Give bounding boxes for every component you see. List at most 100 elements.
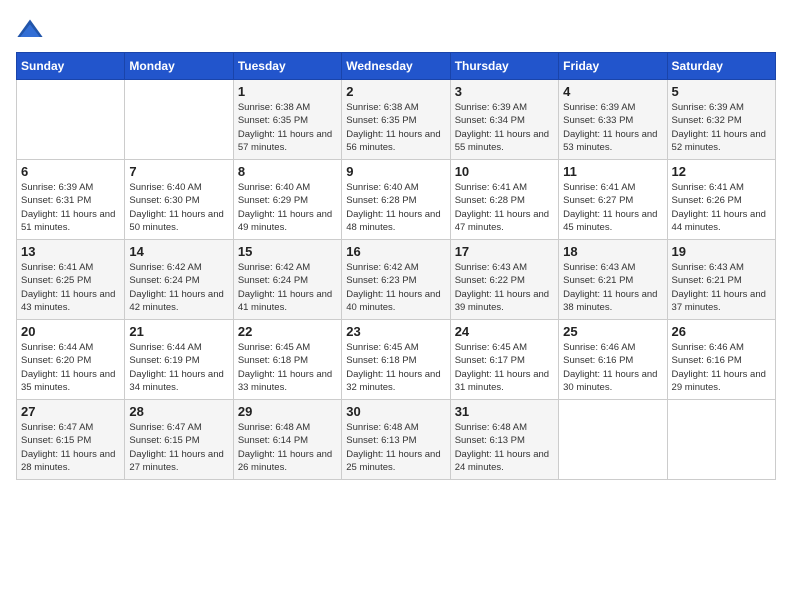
logo-icon (16, 16, 44, 44)
calendar-cell: 13Sunrise: 6:41 AM Sunset: 6:25 PM Dayli… (17, 240, 125, 320)
day-number: 15 (238, 244, 337, 259)
day-number: 3 (455, 84, 554, 99)
calendar-cell: 8 Sunrise: 6:40 AM Sunset: 6:29 PM Daylig… (233, 160, 341, 240)
day-info: Sunrise: 6:45 AM Sunset: 6:18 PM Dayligh… (238, 341, 337, 394)
calendar-week-row: 1 Sunrise: 6:38 AM Sunset: 6:35 PM Daylig… (17, 80, 776, 160)
page-header (16, 16, 776, 44)
day-info: Sunrise: 6:42 AM Sunset: 6:24 PM Dayligh… (238, 261, 337, 314)
calendar-week-row: 27 Sunrise: 6:47 AM Sunset: 6:15 PM Dayli… (17, 400, 776, 480)
calendar-week-row: 6 Sunrise: 6:39 AM Sunset: 6:31 PM Daylig… (17, 160, 776, 240)
calendar-cell: 6 Sunrise: 6:39 AM Sunset: 6:31 PM Daylig… (17, 160, 125, 240)
day-info: Sunrise: 6:41 AM Sunset: 6:26 PM Dayligh… (672, 181, 771, 234)
calendar-cell: 4 Sunrise: 6:39 AM Sunset: 6:33 PM Daylig… (559, 80, 667, 160)
day-number: 27 (21, 404, 120, 419)
calendar-table: SundayMondayTuesdayWednesdayThursdayFrid… (16, 52, 776, 480)
day-number: 21 (129, 324, 228, 339)
day-number: 22 (238, 324, 337, 339)
calendar-cell: 28 Sunrise: 6:47 AM Sunset: 6:15 PM Dayli… (125, 400, 233, 480)
logo (16, 16, 48, 44)
weekday-header-tuesday: Tuesday (233, 53, 341, 80)
day-info: Sunrise: 6:46 AM Sunset: 6:16 PM Dayligh… (672, 341, 771, 394)
day-number: 7 (129, 164, 228, 179)
calendar-cell: 27 Sunrise: 6:47 AM Sunset: 6:15 PM Dayli… (17, 400, 125, 480)
day-info: Sunrise: 6:43 AM Sunset: 6:21 PM Dayligh… (563, 261, 662, 314)
calendar-cell: 23Sunrise: 6:45 AM Sunset: 6:18 PM Dayli… (342, 320, 450, 400)
calendar-cell: 31 Sunrise: 6:48 AM Sunset: 6:13 PM Dayli… (450, 400, 558, 480)
weekday-header-monday: Monday (125, 53, 233, 80)
calendar-cell: 25 Sunrise: 6:46 AM Sunset: 6:16 PM Dayli… (559, 320, 667, 400)
day-info: Sunrise: 6:48 AM Sunset: 6:14 PM Dayligh… (238, 421, 337, 474)
day-number: 28 (129, 404, 228, 419)
calendar-cell: 12 Sunrise: 6:41 AM Sunset: 6:26 PM Dayli… (667, 160, 775, 240)
day-info: Sunrise: 6:40 AM Sunset: 6:29 PM Dayligh… (238, 181, 337, 234)
day-number: 18 (563, 244, 662, 259)
calendar-cell (667, 400, 775, 480)
day-info: Sunrise: 6:38 AM Sunset: 6:35 PM Dayligh… (238, 101, 337, 154)
day-info: Sunrise: 6:44 AM Sunset: 6:20 PM Dayligh… (21, 341, 120, 394)
weekday-header-wednesday: Wednesday (342, 53, 450, 80)
calendar-cell (559, 400, 667, 480)
day-number: 26 (672, 324, 771, 339)
weekday-header-thursday: Thursday (450, 53, 558, 80)
day-number: 25 (563, 324, 662, 339)
day-info: Sunrise: 6:47 AM Sunset: 6:15 PM Dayligh… (129, 421, 228, 474)
day-number: 24 (455, 324, 554, 339)
day-number: 19 (672, 244, 771, 259)
day-number: 2 (346, 84, 445, 99)
day-info: Sunrise: 6:48 AM Sunset: 6:13 PM Dayligh… (455, 421, 554, 474)
calendar-cell: 15 Sunrise: 6:42 AM Sunset: 6:24 PM Dayli… (233, 240, 341, 320)
calendar-cell: 10 Sunrise: 6:41 AM Sunset: 6:28 PM Dayli… (450, 160, 558, 240)
calendar-cell: 30 Sunrise: 6:48 AM Sunset: 6:13 PM Dayli… (342, 400, 450, 480)
calendar-cell: 11 Sunrise: 6:41 AM Sunset: 6:27 PM Dayli… (559, 160, 667, 240)
calendar-week-row: 20 Sunrise: 6:44 AM Sunset: 6:20 PM Dayli… (17, 320, 776, 400)
calendar-header-row: SundayMondayTuesdayWednesdayThursdayFrid… (17, 53, 776, 80)
day-info: Sunrise: 6:40 AM Sunset: 6:28 PM Dayligh… (346, 181, 445, 234)
day-number: 31 (455, 404, 554, 419)
day-number: 20 (21, 324, 120, 339)
calendar-cell (125, 80, 233, 160)
day-number: 16 (346, 244, 445, 259)
calendar-cell: 22 Sunrise: 6:45 AM Sunset: 6:18 PM Dayli… (233, 320, 341, 400)
day-number: 5 (672, 84, 771, 99)
calendar-cell: 18 Sunrise: 6:43 AM Sunset: 6:21 PM Dayli… (559, 240, 667, 320)
day-info: Sunrise: 6:40 AM Sunset: 6:30 PM Dayligh… (129, 181, 228, 234)
day-info: Sunrise: 6:41 AM Sunset: 6:25 PM Dayligh… (21, 261, 120, 314)
calendar-cell: 1 Sunrise: 6:38 AM Sunset: 6:35 PM Daylig… (233, 80, 341, 160)
calendar-cell: 16 Sunrise: 6:42 AM Sunset: 6:23 PM Dayli… (342, 240, 450, 320)
day-info: Sunrise: 6:39 AM Sunset: 6:34 PM Dayligh… (455, 101, 554, 154)
day-number: 11 (563, 164, 662, 179)
day-info: Sunrise: 6:43 AM Sunset: 6:22 PM Dayligh… (455, 261, 554, 314)
day-number: 8 (238, 164, 337, 179)
day-number: 17 (455, 244, 554, 259)
calendar-cell: 5 Sunrise: 6:39 AM Sunset: 6:32 PM Daylig… (667, 80, 775, 160)
day-number: 29 (238, 404, 337, 419)
day-number: 12 (672, 164, 771, 179)
weekday-header-sunday: Sunday (17, 53, 125, 80)
day-number: 10 (455, 164, 554, 179)
day-info: Sunrise: 6:45 AM Sunset: 6:17 PM Dayligh… (455, 341, 554, 394)
calendar-cell: 26 Sunrise: 6:46 AM Sunset: 6:16 PM Dayli… (667, 320, 775, 400)
calendar-cell: 29 Sunrise: 6:48 AM Sunset: 6:14 PM Dayli… (233, 400, 341, 480)
calendar-cell: 19 Sunrise: 6:43 AM Sunset: 6:21 PM Dayli… (667, 240, 775, 320)
day-info: Sunrise: 6:48 AM Sunset: 6:13 PM Dayligh… (346, 421, 445, 474)
calendar-cell: 14Sunrise: 6:42 AM Sunset: 6:24 PM Dayli… (125, 240, 233, 320)
day-info: Sunrise: 6:42 AM Sunset: 6:24 PM Dayligh… (129, 261, 228, 314)
calendar-cell: 24 Sunrise: 6:45 AM Sunset: 6:17 PM Dayli… (450, 320, 558, 400)
calendar-cell: 21Sunrise: 6:44 AM Sunset: 6:19 PM Dayli… (125, 320, 233, 400)
day-info: Sunrise: 6:46 AM Sunset: 6:16 PM Dayligh… (563, 341, 662, 394)
calendar-cell: 7 Sunrise: 6:40 AM Sunset: 6:30 PM Daylig… (125, 160, 233, 240)
day-number: 30 (346, 404, 445, 419)
day-info: Sunrise: 6:39 AM Sunset: 6:33 PM Dayligh… (563, 101, 662, 154)
calendar-cell: 3 Sunrise: 6:39 AM Sunset: 6:34 PM Daylig… (450, 80, 558, 160)
day-number: 1 (238, 84, 337, 99)
day-info: Sunrise: 6:47 AM Sunset: 6:15 PM Dayligh… (21, 421, 120, 474)
day-info: Sunrise: 6:42 AM Sunset: 6:23 PM Dayligh… (346, 261, 445, 314)
day-info: Sunrise: 6:39 AM Sunset: 6:31 PM Dayligh… (21, 181, 120, 234)
day-info: Sunrise: 6:43 AM Sunset: 6:21 PM Dayligh… (672, 261, 771, 314)
day-info: Sunrise: 6:41 AM Sunset: 6:28 PM Dayligh… (455, 181, 554, 234)
day-number: 4 (563, 84, 662, 99)
calendar-cell: 17 Sunrise: 6:43 AM Sunset: 6:22 PM Dayli… (450, 240, 558, 320)
day-number: 6 (21, 164, 120, 179)
day-info: Sunrise: 6:39 AM Sunset: 6:32 PM Dayligh… (672, 101, 771, 154)
day-info: Sunrise: 6:41 AM Sunset: 6:27 PM Dayligh… (563, 181, 662, 234)
